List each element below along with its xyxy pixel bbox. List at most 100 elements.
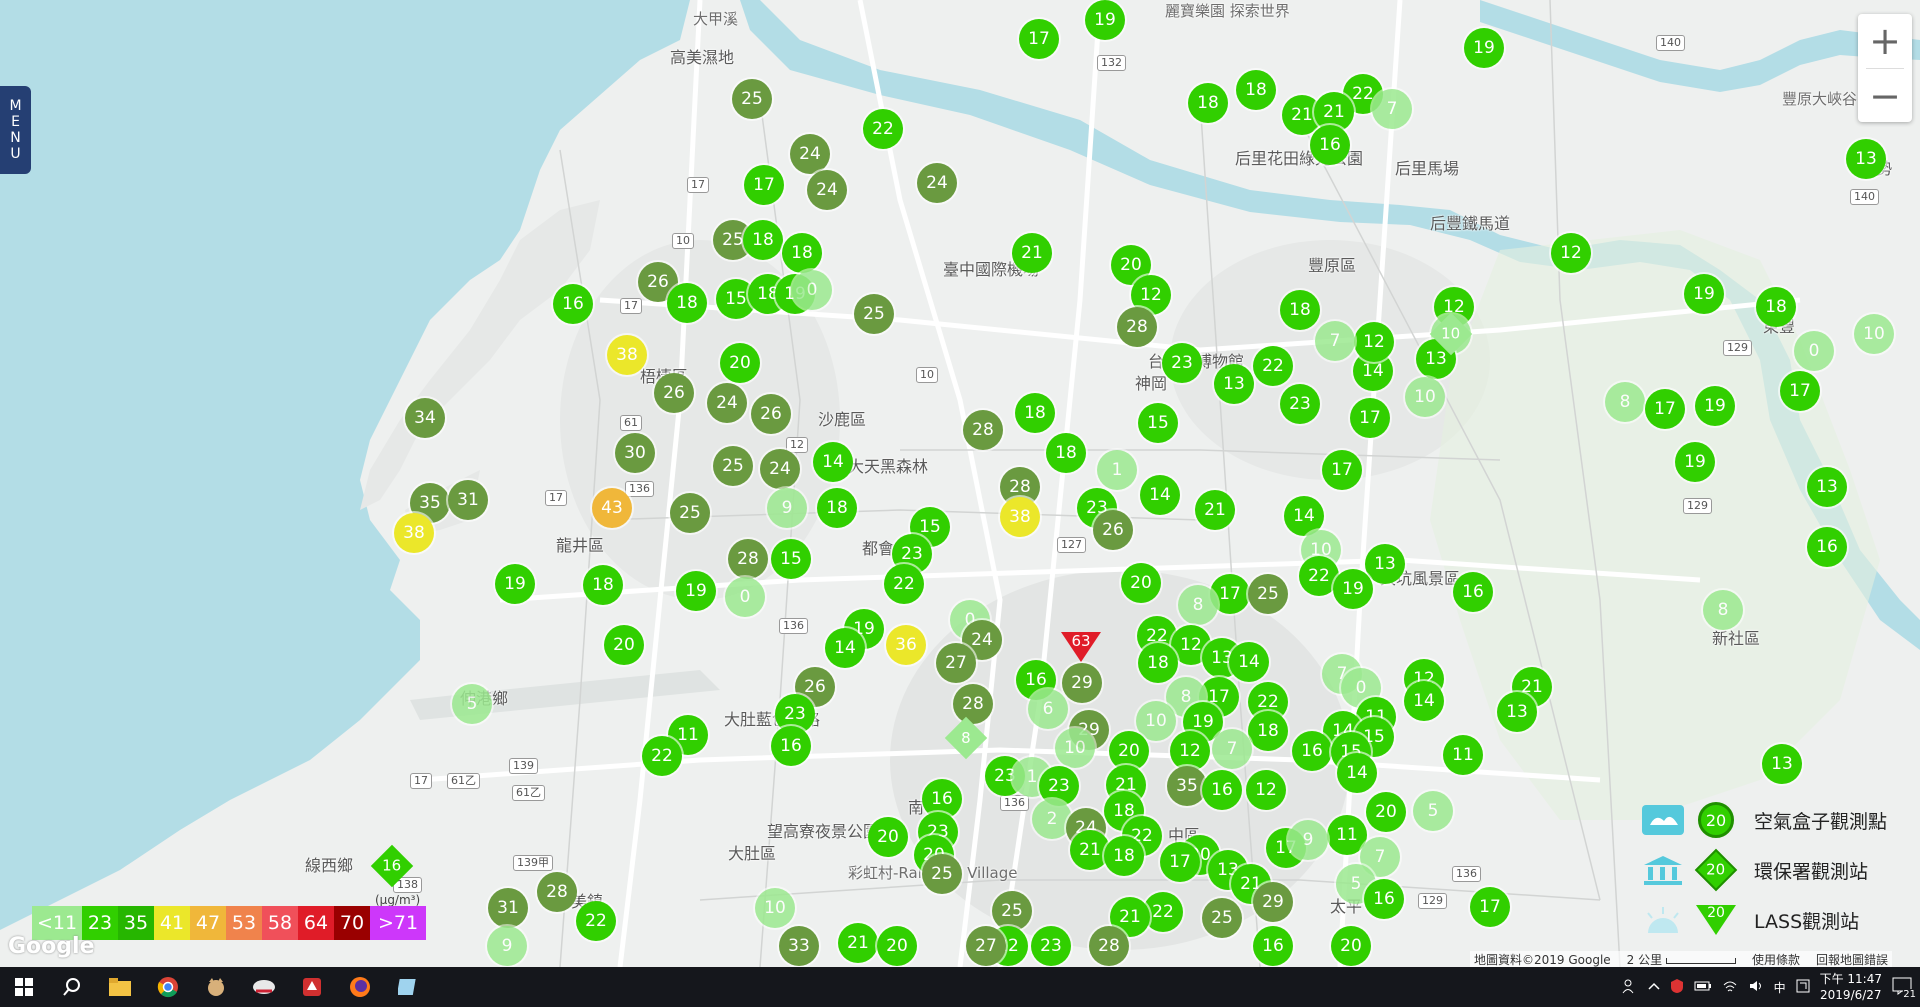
airbox-sensor-marker[interactable]: 19: [1464, 28, 1504, 68]
airbox-sensor-marker[interactable]: 13: [1762, 744, 1802, 784]
app-notepad-icon[interactable]: [384, 967, 432, 1007]
airbox-sensor-marker[interactable]: 0: [1794, 331, 1834, 371]
airbox-sensor-marker[interactable]: 16: [553, 284, 593, 324]
airbox-sensor-marker[interactable]: 20: [1121, 563, 1161, 603]
map-canvas[interactable]: 大甲溪高美濕地麗寶樂園 探索世界后里花田綠光公園后里馬場后豐鐵馬道豐原大峽谷東勢…: [0, 0, 1920, 967]
airbox-sensor-marker[interactable]: 16: [1292, 731, 1332, 771]
airbox-sensor-marker[interactable]: 38: [1000, 497, 1040, 537]
windows-start-icon[interactable]: [0, 967, 48, 1007]
airbox-sensor-marker[interactable]: 17: [1780, 371, 1820, 411]
airbox-sensor-marker[interactable]: 8: [1178, 585, 1218, 625]
airbox-sensor-marker[interactable]: 17: [1645, 389, 1685, 429]
airbox-sensor-marker[interactable]: 14: [1337, 753, 1377, 793]
airbox-sensor-marker[interactable]: 26: [1093, 510, 1133, 550]
file-explorer-icon[interactable]: [96, 967, 144, 1007]
airbox-sensor-marker[interactable]: 20: [604, 625, 644, 665]
airbox-sensor-marker[interactable]: 28: [953, 684, 993, 724]
airbox-sensor-marker[interactable]: 36: [886, 625, 926, 665]
airbox-sensor-marker[interactable]: 8: [1703, 590, 1743, 630]
airbox-sensor-marker[interactable]: 7: [1212, 729, 1252, 769]
airbox-sensor-marker[interactable]: 10: [1405, 377, 1445, 417]
airbox-sensor-marker[interactable]: 19: [495, 564, 535, 604]
airbox-sensor-marker[interactable]: 27: [936, 643, 976, 683]
airbox-sensor-marker[interactable]: 14: [1140, 475, 1180, 515]
zoom-in-button[interactable]: +: [1858, 14, 1912, 68]
airbox-sensor-marker[interactable]: 29: [1253, 882, 1293, 922]
airbox-sensor-marker[interactable]: 26: [654, 373, 694, 413]
airbox-sensor-marker[interactable]: 38: [607, 335, 647, 375]
airbox-sensor-marker[interactable]: 18: [782, 233, 822, 273]
airbox-sensor-marker[interactable]: 18: [1138, 643, 1178, 683]
airbox-sensor-marker[interactable]: 43: [592, 488, 632, 528]
airbox-sensor-marker[interactable]: 25: [854, 294, 894, 334]
airbox-sensor-marker[interactable]: 19: [1085, 0, 1125, 40]
airbox-sensor-marker[interactable]: 22: [1253, 346, 1293, 386]
airbox-sensor-marker[interactable]: 9: [487, 926, 527, 966]
airbox-sensor-marker[interactable]: 22: [576, 901, 616, 941]
airbox-sensor-marker[interactable]: 9: [1288, 820, 1328, 860]
airbox-sensor-marker[interactable]: 12: [1354, 322, 1394, 362]
airbox-sensor-marker[interactable]: 19: [676, 571, 716, 611]
airbox-sensor-marker[interactable]: 16: [1364, 879, 1404, 919]
airbox-sensor-marker[interactable]: 24: [790, 134, 830, 174]
airbox-sensor-marker[interactable]: 5: [1413, 791, 1453, 831]
airbox-sensor-marker[interactable]: 16: [771, 726, 811, 766]
airbox-sensor-marker[interactable]: 15: [1138, 403, 1178, 443]
airbox-sensor-marker[interactable]: 20: [1366, 792, 1406, 832]
airbox-sensor-marker[interactable]: 22: [884, 564, 924, 604]
airbox-sensor-marker[interactable]: 7: [1315, 321, 1355, 361]
airbox-sensor-marker[interactable]: 17: [1160, 842, 1200, 882]
airbox-sensor-marker[interactable]: 21: [1195, 490, 1235, 530]
airbox-sensor-marker[interactable]: 24: [917, 163, 957, 203]
people-icon[interactable]: [1622, 978, 1638, 997]
airbox-sensor-marker[interactable]: 15: [771, 539, 811, 579]
airbox-sensor-marker[interactable]: 14: [825, 628, 865, 668]
airbox-sensor-marker[interactable]: 13: [1846, 139, 1886, 179]
airbox-sensor-marker[interactable]: 19: [1684, 274, 1724, 314]
airbox-sensor-marker[interactable]: 30: [615, 433, 655, 473]
airbox-sensor-marker[interactable]: 21: [1012, 233, 1052, 273]
firefox-icon[interactable]: [336, 967, 384, 1007]
airbox-sensor-marker[interactable]: 22: [863, 109, 903, 149]
airbox-sensor-marker[interactable]: 10: [1854, 314, 1894, 354]
airbox-sensor-marker[interactable]: 25: [1202, 898, 1242, 938]
chevron-up-icon[interactable]: [1648, 980, 1660, 994]
airbox-sensor-marker[interactable]: 14: [1404, 681, 1444, 721]
airbox-sensor-marker[interactable]: 25: [732, 79, 772, 119]
battery-icon[interactable]: [1694, 980, 1712, 995]
airbox-sensor-marker[interactable]: 11: [1443, 735, 1483, 775]
app-weather-icon[interactable]: [240, 967, 288, 1007]
ime-indicator[interactable]: 中: [1774, 979, 1786, 996]
airbox-sensor-marker[interactable]: 25: [670, 493, 710, 533]
airbox-sensor-marker[interactable]: 12: [1170, 731, 1210, 771]
airbox-sensor-marker[interactable]: 0: [725, 577, 765, 617]
lass-station-marker[interactable]: 63: [1061, 632, 1101, 662]
airbox-sensor-marker[interactable]: 25: [1248, 574, 1288, 614]
airbox-sensor-marker[interactable]: 24: [807, 170, 847, 210]
airbox-sensor-marker[interactable]: 18: [1248, 711, 1288, 751]
airbox-sensor-marker[interactable]: 35: [1167, 766, 1207, 806]
airbox-sensor-marker[interactable]: 23: [1280, 384, 1320, 424]
app-red-icon[interactable]: [288, 967, 336, 1007]
airbox-sensor-marker[interactable]: 24: [707, 383, 747, 423]
airbox-sensor-marker[interactable]: 17: [1470, 887, 1510, 927]
airbox-sensor-marker[interactable]: 20: [877, 926, 917, 966]
airbox-sensor-marker[interactable]: 9: [767, 488, 807, 528]
airbox-sensor-marker[interactable]: 12: [1551, 233, 1591, 273]
airbox-sensor-marker[interactable]: 17: [744, 165, 784, 205]
airbox-sensor-marker[interactable]: 18: [1046, 433, 1086, 473]
airbox-sensor-marker[interactable]: 18: [743, 220, 783, 260]
security-shield-icon[interactable]: [1670, 978, 1684, 997]
airbox-sensor-marker[interactable]: 16: [1453, 572, 1493, 612]
airbox-sensor-marker[interactable]: 34: [405, 398, 445, 438]
terms-link[interactable]: 使用條款: [1752, 951, 1800, 967]
airbox-sensor-marker[interactable]: 25: [992, 891, 1032, 931]
airbox-sensor-marker[interactable]: 0: [792, 270, 832, 310]
volume-icon[interactable]: [1748, 979, 1764, 996]
airbox-sensor-marker[interactable]: 20: [868, 817, 908, 857]
airbox-sensor-marker[interactable]: 7: [1372, 89, 1412, 129]
airbox-sensor-marker[interactable]: 18: [1015, 393, 1055, 433]
airbox-sensor-marker[interactable]: 25: [922, 854, 962, 894]
airbox-sensor-marker[interactable]: 10: [755, 888, 795, 928]
airbox-sensor-marker[interactable]: 17: [1322, 450, 1362, 490]
